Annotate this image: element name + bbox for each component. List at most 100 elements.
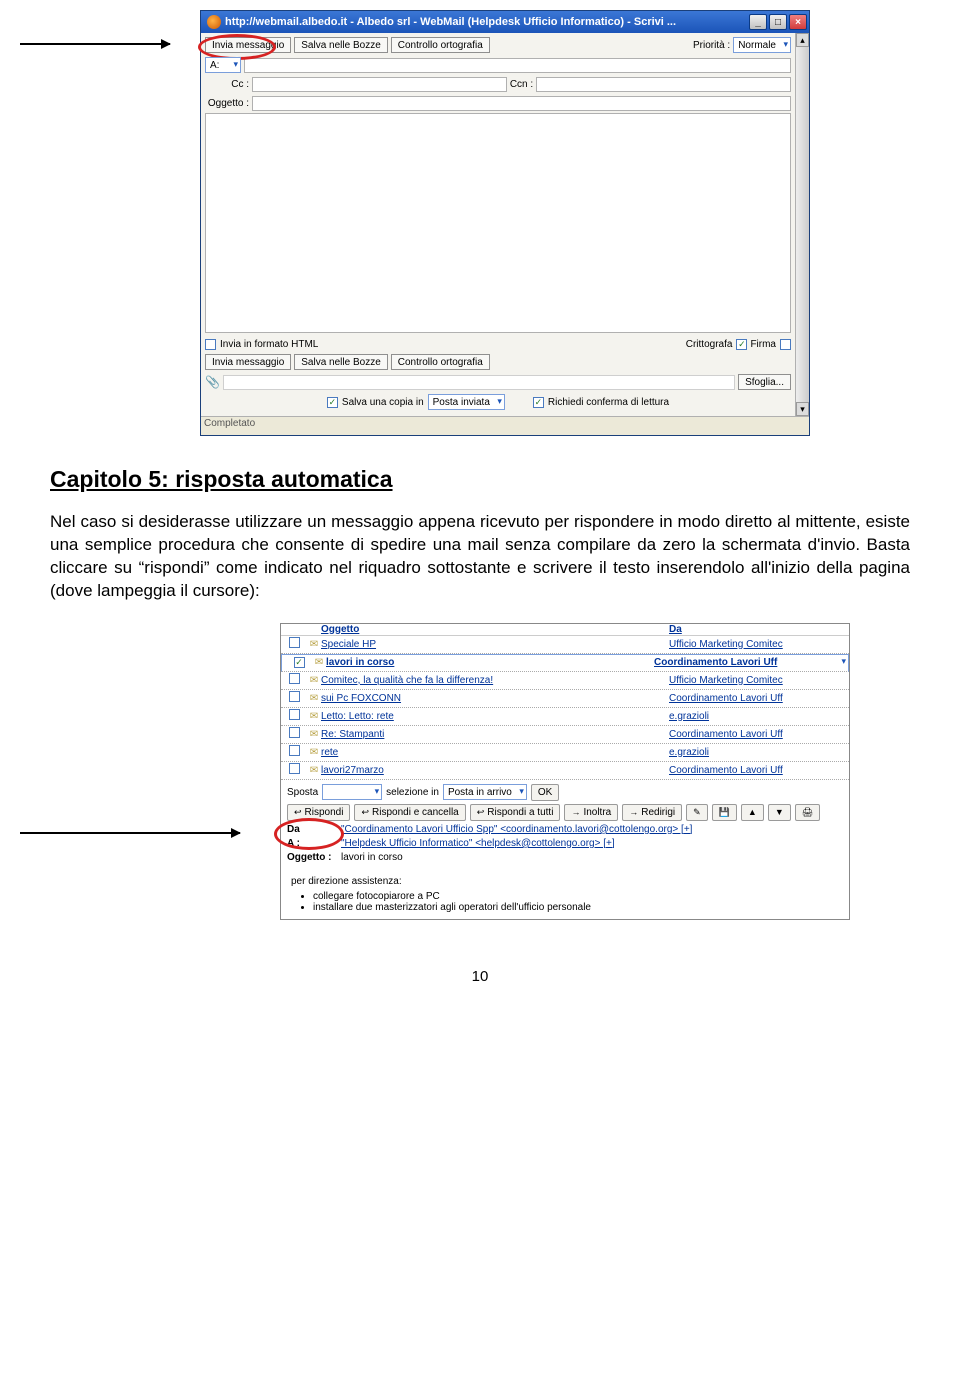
tool-button-1[interactable]: ✎ (686, 804, 708, 821)
ccn-input[interactable] (536, 77, 791, 92)
to-input[interactable] (244, 58, 791, 73)
redirect-icon: → (629, 807, 638, 817)
envelope-icon: ✉ (312, 657, 326, 668)
row-checkbox[interactable] (289, 709, 300, 720)
status-bar: Completato (201, 416, 809, 435)
save-copy-folder-select[interactable]: Posta inviata (428, 394, 505, 410)
priority-select[interactable]: Normale (733, 37, 791, 53)
maximize-button[interactable]: □ (769, 14, 787, 30)
inbox-row[interactable]: ✓ ✉lavori in corsoCoordinamento Lavori Uf… (281, 654, 849, 672)
close-button[interactable]: × (789, 14, 807, 30)
browse-button[interactable]: Sfoglia... (738, 374, 791, 390)
envelope-icon: ✉ (307, 693, 321, 704)
inbox-row[interactable]: ✉Comitec, la qualità che fa la differenz… (281, 672, 849, 690)
row-checkbox[interactable] (289, 727, 300, 738)
inbox-row[interactable]: ✉lavori27marzoCoordinamento Lavori Uff (281, 762, 849, 780)
scrollbar[interactable]: ▴ ▾ (795, 33, 809, 416)
row-subject[interactable]: lavori in corso (326, 657, 654, 668)
row-from[interactable]: Coordinamento Lavori Uff (669, 693, 849, 704)
down-icon: ▼ (775, 807, 784, 817)
row-checkbox[interactable] (289, 637, 300, 648)
firefox-icon (207, 15, 221, 29)
row-subject[interactable]: rete (321, 747, 669, 758)
col-from[interactable]: Da (669, 624, 849, 635)
envelope-icon: ✉ (307, 675, 321, 686)
tool-button-2[interactable]: 💾 (712, 804, 737, 821)
scroll-down-icon[interactable]: ▾ (796, 402, 809, 416)
row-checkbox[interactable] (289, 745, 300, 756)
inbox-row[interactable]: ✉Re: StampantiCoordinamento Lavori Uff (281, 726, 849, 744)
minimize-button[interactable]: _ (749, 14, 767, 30)
attachment-icon: 📎 (205, 375, 220, 389)
to-value[interactable]: "Helpdesk Ufficio Informatico" <helpdesk… (341, 838, 615, 849)
row-from[interactable]: Ufficio Marketing Comitec (669, 675, 849, 686)
subject-label: Oggetto : (205, 98, 249, 109)
inbox-row[interactable]: ✉retee.grazioli (281, 744, 849, 762)
row-checkbox[interactable] (289, 763, 300, 774)
cc-input[interactable] (252, 77, 507, 92)
subject-input[interactable] (252, 96, 791, 111)
envelope-icon: ✉ (307, 639, 321, 650)
html-checkbox[interactable]: Invia in formato HTML (205, 339, 318, 350)
up-button[interactable]: ▲ (741, 804, 764, 821)
forward-button[interactable]: →Inoltra (564, 804, 618, 821)
row-subject[interactable]: lavori27marzo (321, 765, 669, 776)
scroll-up-icon[interactable]: ▴ (796, 33, 809, 47)
up-icon: ▲ (748, 807, 757, 817)
row-checkbox[interactable] (289, 673, 300, 684)
row-from[interactable]: Coordinamento Lavori Uff (669, 765, 849, 776)
row-checkbox[interactable] (289, 691, 300, 702)
print-button[interactable]: 🖨 (795, 804, 820, 821)
redirect-button[interactable]: →Redirigi (622, 804, 682, 821)
inbox-header: Oggetto Da (281, 624, 849, 636)
subject-label-preview: Oggetto : (287, 852, 337, 863)
compose-window: http://webmail.albedo.it - Albedo srl - … (200, 10, 810, 436)
row-from[interactable]: e.grazioli (669, 747, 849, 758)
move-ok-button[interactable]: OK (531, 784, 559, 801)
encrypt-checkbox[interactable]: Crittografa✓ (686, 339, 748, 350)
page-number: 10 (50, 968, 910, 985)
reply-delete-button[interactable]: ↩Rispondi e cancella (354, 804, 465, 821)
col-subject[interactable]: Oggetto (321, 624, 669, 635)
window-titlebar: http://webmail.albedo.it - Albedo srl - … (201, 11, 809, 33)
move-folder-select[interactable]: Posta in arrivo (443, 784, 527, 800)
chapter-paragraph: Nel caso si desiderasse utilizzare un me… (50, 511, 910, 603)
annotation-arrow-bottom (20, 832, 240, 834)
save-draft-button[interactable]: Salva nelle Bozze (294, 37, 388, 53)
spellcheck-button[interactable]: Controllo ortografia (391, 37, 490, 53)
save-icon: 💾 (719, 807, 730, 818)
row-checkbox[interactable]: ✓ (294, 657, 305, 668)
forward-icon: → (571, 807, 580, 817)
send-button-bottom[interactable]: Invia messaggio (205, 354, 291, 370)
tool-icon: ✎ (693, 807, 701, 818)
receipt-checkbox[interactable]: ✓ Richiedi conferma di lettura (533, 397, 669, 408)
sign-checkbox[interactable]: Firma (750, 339, 791, 350)
message-body[interactable] (205, 113, 791, 333)
row-from[interactable]: Coordinamento Lavori Uff (654, 657, 834, 668)
row-subject[interactable]: Speciale HP (321, 639, 669, 650)
to-selector[interactable]: A: (205, 57, 241, 73)
row-subject[interactable]: Letto: Letto: rete (321, 711, 669, 722)
from-value[interactable]: "Coordinamento Lavori Ufficio Spp" <coor… (341, 824, 692, 835)
chapter-title: Capitolo 5: risposta automatica (50, 466, 910, 493)
move-select[interactable] (322, 784, 382, 800)
ccn-label: Ccn : (510, 79, 533, 90)
inbox-row[interactable]: ✉Speciale HPUfficio Marketing Comitec (281, 636, 849, 654)
save-draft-button-bottom[interactable]: Salva nelle Bozze (294, 354, 388, 370)
attachment-field[interactable] (223, 375, 735, 390)
save-copy-checkbox[interactable]: ✓ Salva una copia in Posta inviata (327, 394, 505, 410)
subject-value-preview: lavori in corso (341, 852, 403, 863)
annotation-circle-reply (274, 818, 344, 850)
inbox-row[interactable]: ✉Letto: Letto: retee.grazioli (281, 708, 849, 726)
row-from[interactable]: e.grazioli (669, 711, 849, 722)
row-subject[interactable]: sui Pc FOXCONN (321, 693, 669, 704)
move-sel-label: selezione in (386, 787, 439, 798)
row-subject[interactable]: Re: Stampanti (321, 729, 669, 740)
inbox-row[interactable]: ✉sui Pc FOXCONNCoordinamento Lavori Uff (281, 690, 849, 708)
row-from[interactable]: Ufficio Marketing Comitec (669, 639, 849, 650)
row-from[interactable]: Coordinamento Lavori Uff (669, 729, 849, 740)
row-subject[interactable]: Comitec, la qualità che fa la differenza… (321, 675, 669, 686)
spellcheck-button-bottom[interactable]: Controllo ortografia (391, 354, 490, 370)
down-button[interactable]: ▼ (768, 804, 791, 821)
reply-all-button[interactable]: ↩Rispondi a tutti (470, 804, 561, 821)
